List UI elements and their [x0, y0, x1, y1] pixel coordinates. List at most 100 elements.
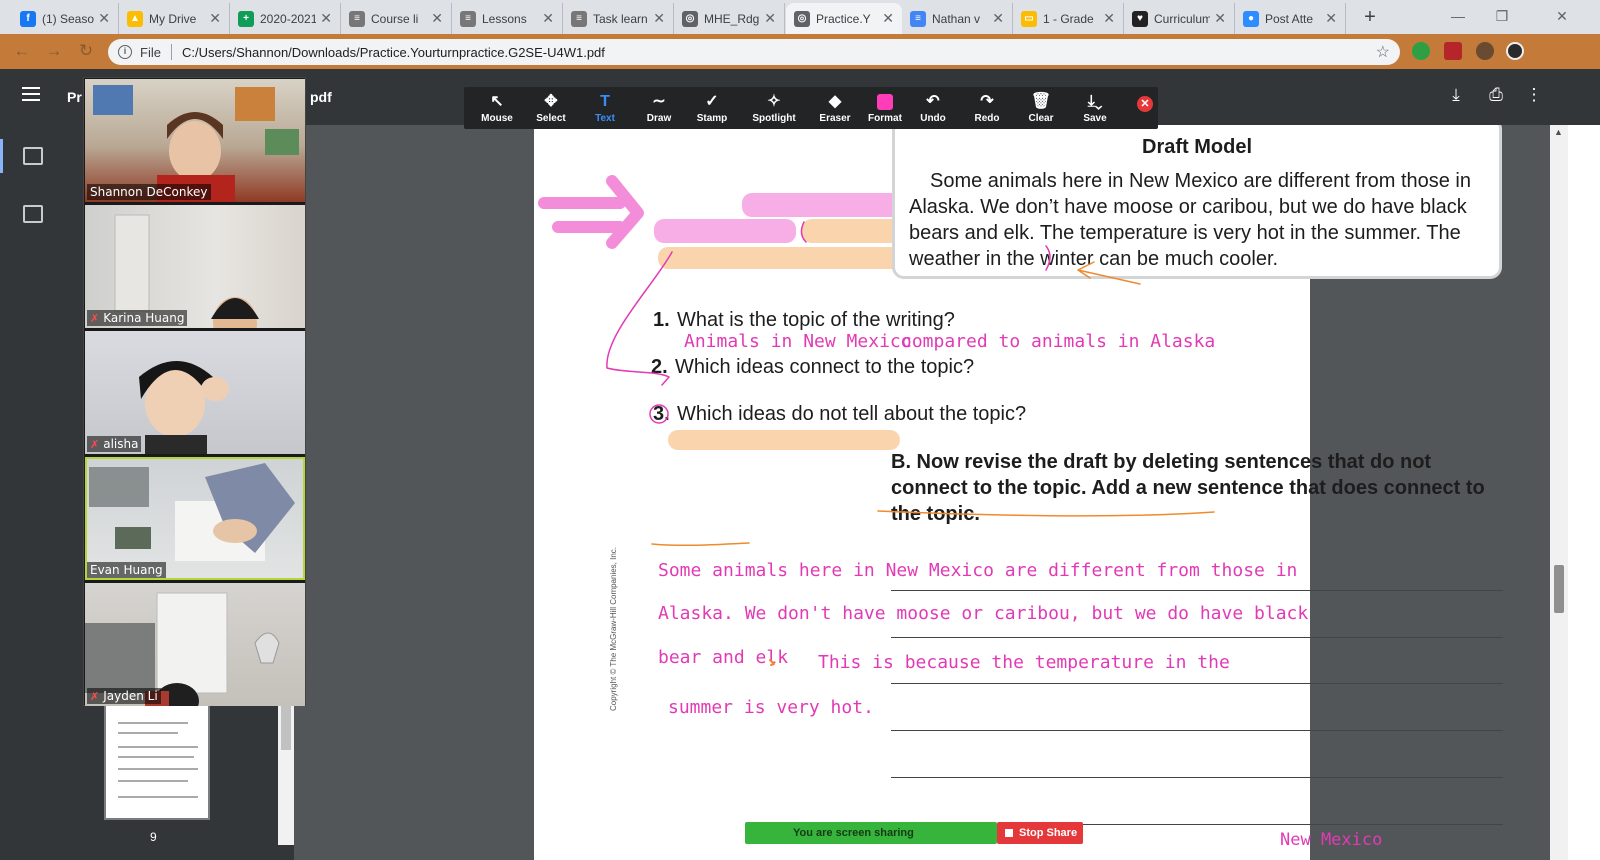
- close-icon[interactable]: ✕: [653, 10, 665, 27]
- address-bar: ← → ↻ i File C:/Users/Shannon/Downloads/…: [0, 34, 1600, 69]
- select-tool-button[interactable]: ✥ Select: [524, 91, 578, 127]
- video-tile-active-speaker[interactable]: Evan Huang: [85, 457, 305, 580]
- revision-line-3b: This is because the temperature in the: [818, 652, 1230, 673]
- redo-button[interactable]: ↷ Redo: [960, 91, 1014, 127]
- close-icon[interactable]: ✕: [882, 10, 894, 27]
- close-icon[interactable]: ✕: [320, 10, 332, 27]
- ublock-icon[interactable]: [1444, 42, 1462, 60]
- browser-tab[interactable]: ≡ Task learn ✕: [563, 3, 674, 34]
- thumbnails-icon[interactable]: [23, 147, 43, 165]
- eraser-tool-button[interactable]: ◆ Eraser: [808, 91, 862, 127]
- underline-mark: [651, 542, 750, 547]
- question-2: 2. Which ideas connect to the topic?: [651, 356, 975, 378]
- more-options-icon[interactable]: ⋮: [1522, 85, 1546, 109]
- screen-sharing-banner[interactable]: You are screen sharing: [745, 822, 997, 844]
- browser-tab[interactable]: ● Post Atte ✕: [1235, 3, 1346, 34]
- browser-tab[interactable]: +2020-2021 ✕: [230, 3, 341, 34]
- clear-button[interactable]: 🗑 Clear: [1014, 91, 1068, 127]
- question-1: 1. What is the topic of the writing?: [653, 309, 955, 331]
- close-icon[interactable]: ✕: [1325, 10, 1337, 27]
- browser-tab[interactable]: ≡ Nathan v ✕: [902, 3, 1013, 34]
- pdf-sidebar: [0, 125, 68, 860]
- spotlight-tool-button[interactable]: ✧ Spotlight: [747, 91, 801, 127]
- new-tab-button[interactable]: +: [1356, 5, 1384, 29]
- sidebar-selection-indicator: [0, 139, 3, 173]
- print-icon[interactable]: ⎙: [1484, 85, 1508, 109]
- draft-model-box: Draft Model Some animals here in New Mex…: [892, 125, 1502, 279]
- format-tool-button[interactable]: Format: [858, 91, 912, 127]
- save-icon: ⤓⌄: [1087, 93, 1103, 110]
- outline-icon[interactable]: [23, 205, 43, 223]
- browser-tab-active[interactable]: ◎ Practice.Y ✕: [786, 3, 902, 34]
- info-icon[interactable]: i: [118, 45, 132, 59]
- restore-button[interactable]: ❐: [1480, 0, 1524, 34]
- thumbnail-scrollbar[interactable]: [278, 700, 294, 845]
- close-icon[interactable]: ✕: [1214, 10, 1226, 27]
- video-tile[interactable]: ✗ Karina Huang: [85, 205, 305, 328]
- browser-tab[interactable]: f(1) Season✕: [12, 3, 119, 34]
- docs-icon: ≡: [910, 10, 926, 27]
- undo-button[interactable]: ↶ Undo: [906, 91, 960, 127]
- video-tile[interactable]: Shannon DeConkey: [85, 79, 305, 202]
- redo-icon: ↷: [980, 93, 994, 110]
- extension-green-icon[interactable]: [1412, 42, 1430, 60]
- zoom-icon: ●: [1243, 10, 1259, 27]
- browser-tab[interactable]: ≡ Lessons ✕: [452, 3, 563, 34]
- page-thumbnail[interactable]: [104, 704, 210, 820]
- bookmark-star-icon[interactable]: ☆: [1376, 42, 1390, 62]
- extension-puzzle-icon[interactable]: [1476, 42, 1494, 60]
- muted-mic-icon: ✗: [90, 311, 100, 325]
- video-gallery: Shannon DeConkey ✗ Karina Huang ✗ alisha E…: [83, 77, 306, 706]
- save-button[interactable]: ⤓⌄ Save: [1068, 91, 1122, 127]
- close-icon[interactable]: ✕: [431, 10, 443, 27]
- browser-tab[interactable]: ♥ Curriculum ✕: [1124, 3, 1235, 34]
- participant-name-tag: ✗ Karina Huang: [87, 310, 188, 326]
- browser-tab[interactable]: ◎ MHE_Rdg ✕: [674, 3, 785, 34]
- copyright-notice: Copyright © The McGraw-Hill Companies, I…: [609, 546, 618, 711]
- mouse-tool-button[interactable]: ↖ Mouse: [470, 91, 524, 127]
- draw-tool-button[interactable]: ∼ Draw: [632, 91, 686, 127]
- close-icon[interactable]: ✕: [992, 10, 1004, 27]
- scroll-thumb[interactable]: [281, 706, 291, 750]
- undo-icon: ↶: [926, 93, 940, 110]
- url-input[interactable]: i File C:/Users/Shannon/Downloads/Practi…: [108, 39, 1400, 65]
- close-toolbar-icon[interactable]: ✕: [1137, 96, 1153, 112]
- eraser-icon: ◆: [828, 93, 842, 110]
- video-tile[interactable]: ✗ alisha: [85, 331, 305, 454]
- minimize-button[interactable]: —: [1436, 0, 1480, 34]
- browser-tab[interactable]: ▭ 1 - Grade ✕: [1013, 3, 1124, 34]
- curriculum-icon: ♥: [1132, 10, 1148, 27]
- scroll-thumb[interactable]: [1554, 565, 1564, 613]
- sheets-icon: +: [238, 10, 254, 27]
- browser-tab[interactable]: ≡ Course li ✕: [341, 3, 452, 34]
- profile-avatar[interactable]: [1506, 42, 1524, 60]
- stop-share-button[interactable]: Stop Share: [997, 822, 1083, 844]
- draft-paragraph: Some animals here in New Mexico are diff…: [909, 170, 1471, 270]
- stamp-tool-button[interactable]: ✓ Stamp: [685, 91, 739, 127]
- check-icon: ✓: [705, 93, 719, 110]
- back-button[interactable]: ←: [10, 40, 34, 64]
- menu-icon[interactable]: [22, 87, 40, 101]
- close-icon[interactable]: ✕: [209, 10, 221, 27]
- pdf-page: Draft Model Some animals here in New Mex…: [534, 125, 1503, 860]
- document-scrollbar[interactable]: ▲: [1550, 125, 1568, 860]
- revision-line-1: Some animals here in New Mexico are diff…: [658, 560, 1298, 581]
- facebook-icon: f: [20, 10, 36, 27]
- reload-button[interactable]: ↻: [74, 40, 98, 64]
- close-icon[interactable]: ✕: [98, 10, 110, 27]
- pink-highlight: [654, 219, 796, 243]
- close-icon[interactable]: ✕: [542, 10, 554, 27]
- text-icon: T: [600, 93, 610, 110]
- answer-1-part-b: compared to animals in Alaska: [901, 331, 1216, 352]
- forward-button[interactable]: →: [42, 40, 66, 64]
- revision-line-2: Alaska. We don't have moose or caribou, …: [658, 603, 1309, 624]
- video-tile[interactable]: ✗ Jayden Li: [85, 583, 305, 706]
- move-icon: ✥: [544, 93, 558, 110]
- text-tool-button[interactable]: T Text: [578, 91, 632, 127]
- close-icon[interactable]: ✕: [1103, 10, 1115, 27]
- scroll-up-icon[interactable]: ▲: [1554, 127, 1563, 137]
- download-icon[interactable]: ⤓: [1444, 85, 1468, 109]
- close-icon[interactable]: ✕: [764, 10, 776, 27]
- browser-tab[interactable]: ▲ My Drive ✕: [119, 3, 230, 34]
- close-window-button[interactable]: ✕: [1540, 0, 1584, 34]
